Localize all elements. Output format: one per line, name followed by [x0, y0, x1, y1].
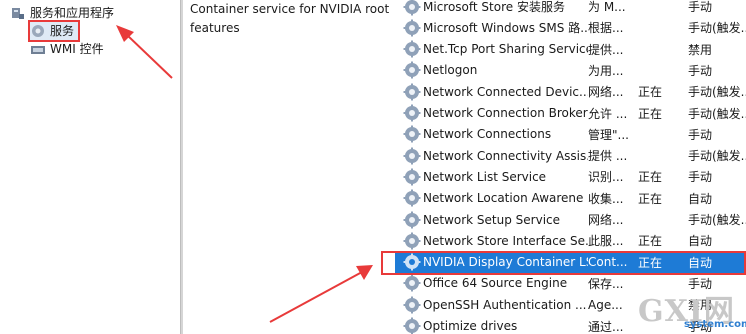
- description-line: Container service for NVIDIA root: [190, 2, 390, 16]
- service-desc: 管理"...: [588, 127, 629, 142]
- service-startup: 手动(触发...: [688, 21, 746, 36]
- service-row[interactable]: Network Setup Service 网络... 手动(触发...: [395, 209, 746, 230]
- gear-icon: [403, 317, 421, 334]
- service-desc: 通过...: [588, 319, 624, 334]
- service-row[interactable]: Network Connections 管理"... 手动: [395, 124, 746, 145]
- service-name: Network Setup Service: [423, 212, 561, 227]
- gear-icon: [403, 211, 421, 228]
- service-startup: 禁用: [688, 42, 713, 57]
- gear-icon: [32, 24, 44, 37]
- service-desc: 允许 ...: [588, 106, 628, 121]
- service-row[interactable]: Network Connection Broker 允许 ... 正在 手动(触发..…: [395, 103, 746, 124]
- gear-icon: [403, 147, 421, 165]
- service-desc: 识别...: [588, 170, 624, 185]
- service-startup: 自动: [688, 191, 713, 206]
- gear-icon: [403, 19, 421, 37]
- service-description: Container service for NVIDIA root featur…: [190, 0, 395, 38]
- service-startup: 手动: [688, 0, 713, 14]
- service-desc: 为 M...: [588, 0, 626, 14]
- tree-item-label: 服务: [50, 24, 75, 38]
- service-name: Network Location Awarene: [423, 191, 584, 206]
- service-row[interactable]: Network Connected Devic... 网络... 正在 手动(触发..…: [395, 81, 746, 102]
- service-name: Network Connected Devic...: [423, 84, 588, 99]
- service-name: Microsoft Store 安装服务: [423, 0, 565, 14]
- service-startup: 手动(触发...: [688, 106, 746, 121]
- service-desc: 网络...: [588, 85, 624, 100]
- service-startup: 手动: [688, 127, 713, 142]
- services-apps-icon: [12, 7, 24, 19]
- service-name: Netlogon: [423, 63, 478, 78]
- service-desc: 提供...: [588, 42, 624, 57]
- service-row[interactable]: Network Store Interface Se... 此服... 正在 自动: [395, 230, 746, 251]
- selection-annotation-box: [381, 251, 746, 275]
- service-status: 正在: [638, 234, 663, 249]
- service-startup: 自动: [688, 234, 713, 249]
- wmi-icon: [31, 45, 45, 54]
- gear-icon: [403, 40, 421, 58]
- navigation-tree: 服务和应用程序 服务 WMI 控件: [0, 0, 180, 334]
- service-row[interactable]: Network Location Awarene 收集... 正在 自动: [395, 188, 746, 209]
- service-name: Office 64 Source Engine: [423, 276, 568, 291]
- service-name: Network Connections: [423, 127, 552, 142]
- gear-icon: [403, 168, 421, 186]
- service-startup: 手动(触发...: [688, 149, 746, 164]
- gear-icon: [403, 274, 421, 292]
- gear-icon: [403, 125, 421, 143]
- service-row[interactable]: Net.Tcp Port Sharing Service 提供... 禁用: [395, 39, 746, 60]
- service-status: 正在: [638, 170, 663, 185]
- tree-item-label: 服务和应用程序: [30, 6, 115, 20]
- service-name: Network Store Interface Se...: [423, 233, 588, 248]
- tree-item-services[interactable]: 服务: [30, 22, 74, 39]
- gear-icon: [403, 83, 421, 101]
- gear-icon: [403, 61, 421, 79]
- pane-splitter[interactable]: [180, 0, 183, 334]
- service-name: Net.Tcp Port Sharing Service: [423, 42, 588, 57]
- service-startup: 手动(触发...: [688, 213, 746, 227]
- service-desc: Age...: [588, 297, 623, 312]
- service-status: 正在: [638, 191, 663, 206]
- tree-item-services-and-applications[interactable]: 服务和应用程序: [10, 4, 114, 21]
- gear-icon: [403, 189, 421, 207]
- gear-icon: [403, 104, 421, 122]
- service-row[interactable]: Network List Service 识别... 正在 手动: [395, 166, 746, 187]
- service-status: 正在: [638, 85, 663, 100]
- arrow-to-nvidia-service: [269, 265, 373, 323]
- service-row[interactable]: Netlogon 为用... 手动: [395, 60, 746, 81]
- service-desc: 提供 ...: [588, 149, 628, 164]
- services-list: Microsoft Store 安装服务 为 M... 手动 Microsoft Wi…: [395, 0, 746, 334]
- service-row[interactable]: Microsoft Store 安装服务 为 M... 手动: [395, 0, 746, 17]
- description-line: features: [190, 21, 240, 35]
- service-row[interactable]: Network Connectivity Assis... 提供 ... 手动(触发…: [395, 145, 746, 166]
- service-desc: 为用...: [588, 63, 624, 78]
- service-desc: 收集...: [588, 191, 624, 206]
- service-startup: 手动: [688, 63, 713, 78]
- service-desc: 根据...: [588, 21, 624, 36]
- service-name: Network Connectivity Assis...: [423, 148, 588, 163]
- service-desc: 保存...: [588, 276, 624, 291]
- service-row[interactable]: Microsoft Windows SMS 路... 根据... 手动(触发...: [395, 17, 746, 38]
- watermark-logo: GXI网 system.com: [638, 292, 746, 332]
- service-desc: 此服...: [588, 234, 624, 249]
- service-name: Optimize drives: [423, 319, 518, 333]
- service-desc: 网络...: [588, 213, 624, 227]
- service-startup: 手动: [688, 170, 713, 185]
- service-name: Network Connection Broker: [423, 106, 588, 120]
- service-name: Microsoft Windows SMS 路...: [423, 21, 588, 36]
- service-name: OpenSSH Authentication ...: [423, 297, 587, 312]
- watermark-sub: system.com: [684, 319, 746, 330]
- service-status: 正在: [638, 106, 663, 121]
- gear-icon: [403, 232, 421, 250]
- tree-item-label: WMI 控件: [50, 42, 104, 56]
- gear-icon: [403, 296, 421, 314]
- service-name: Network List Service: [423, 169, 547, 184]
- tree-item-wmi[interactable]: WMI 控件: [30, 40, 104, 57]
- gear-icon: [403, 0, 421, 15]
- service-startup: 手动(触发...: [688, 85, 746, 100]
